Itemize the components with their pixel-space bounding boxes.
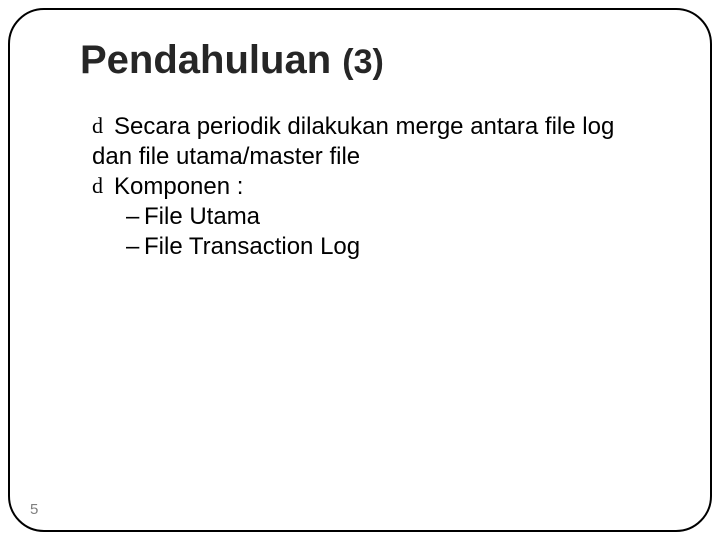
slide-body: d Secara periodik dilakukan merge antara…	[92, 112, 660, 262]
bullet-text: Secara periodik dilakukan merge antara f…	[114, 112, 660, 142]
sub-list: – File Utama – File Transaction Log	[126, 202, 660, 262]
slide-frame	[8, 8, 712, 532]
bullet-item: d Secara periodik dilakukan merge antara…	[92, 112, 660, 142]
bullet-item: d Komponen :	[92, 172, 660, 202]
page-number: 5	[30, 501, 38, 518]
sub-item-text: File Transaction Log	[144, 232, 360, 262]
dash-icon: –	[126, 202, 144, 232]
curly-bullet-icon: d	[92, 112, 114, 141]
curly-bullet-icon: d	[92, 172, 114, 201]
bullet-text: Komponen :	[114, 172, 660, 202]
sub-item: – File Utama	[126, 202, 660, 232]
sub-item: – File Transaction Log	[126, 232, 660, 262]
sub-item-text: File Utama	[144, 202, 260, 232]
slide: Pendahuluan (3) d Secara periodik dilaku…	[0, 0, 720, 540]
dash-icon: –	[126, 232, 144, 262]
title-main: Pendahuluan	[80, 38, 342, 82]
slide-title: Pendahuluan (3)	[80, 38, 384, 83]
title-paren: (3)	[342, 43, 384, 81]
bullet-continuation: dan file utama/master file	[92, 142, 660, 172]
